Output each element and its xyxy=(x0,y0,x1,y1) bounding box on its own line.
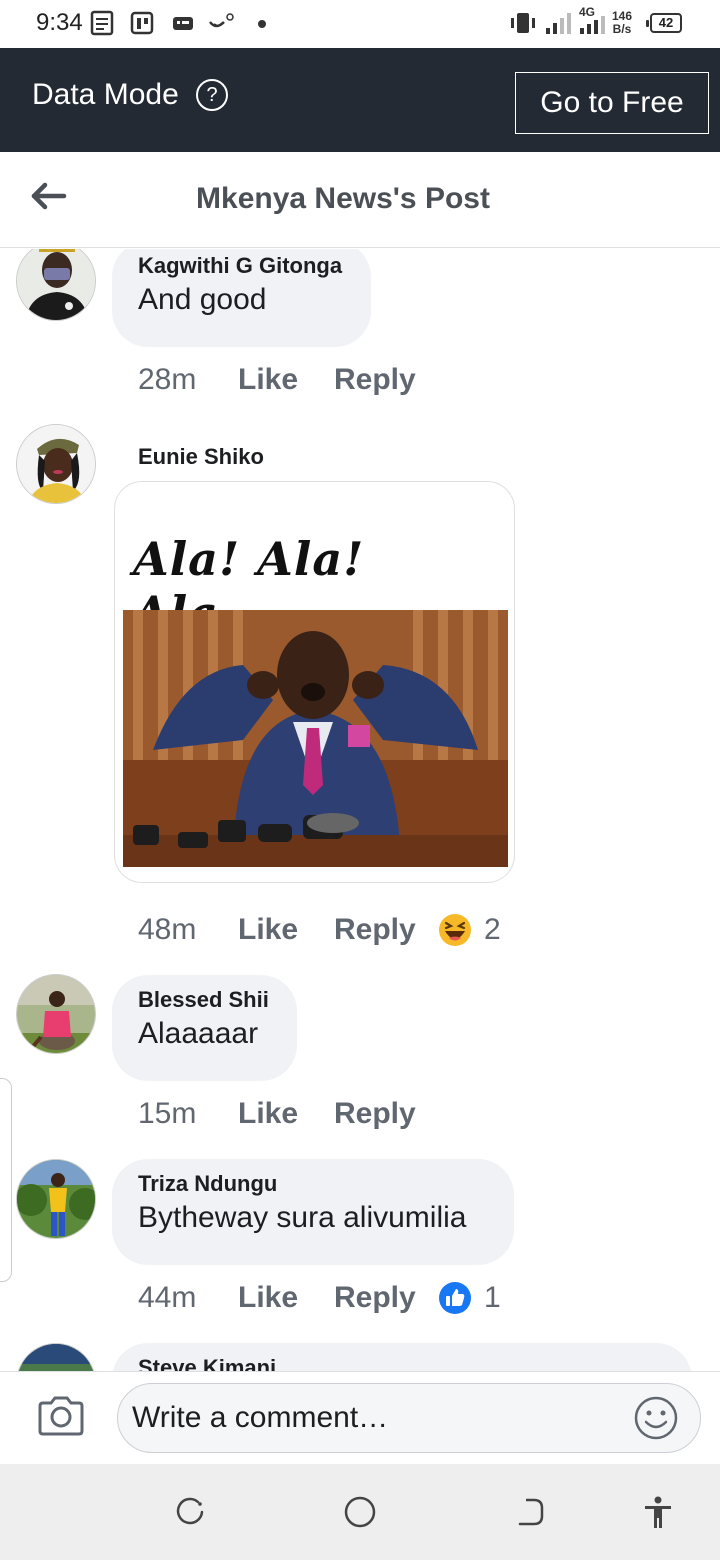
avatar[interactable] xyxy=(16,974,96,1054)
comment-bubble[interactable]: Steve Kimani xyxy=(112,1343,692,1371)
comment-bubble[interactable]: Blessed Shii Alaaaaar xyxy=(112,975,297,1081)
comment-author[interactable]: Triza Ndungu xyxy=(138,1171,488,1197)
post-header: Mkenya News's Post xyxy=(0,152,720,248)
battery-indicator: 42 xyxy=(646,13,682,33)
app-icon xyxy=(130,11,154,35)
comment-input[interactable]: Write a comment… xyxy=(117,1383,701,1453)
home-icon[interactable] xyxy=(342,1494,378,1530)
comment-actions: 15m Like Reply xyxy=(138,1094,438,1134)
like-button[interactable]: Like xyxy=(238,363,334,397)
avatar[interactable] xyxy=(16,249,96,321)
comment-list: Kagwithi G Gitonga And good 28m Like Rep… xyxy=(0,249,720,1371)
comment-time: 44m xyxy=(138,1281,197,1314)
recents-icon[interactable] xyxy=(172,1494,208,1530)
safaricom-icon xyxy=(209,13,234,28)
comment-time: 48m xyxy=(138,913,197,946)
laughing-emoji-icon xyxy=(439,914,471,946)
reaction-count: 2 xyxy=(484,913,501,946)
comment-time: 28m xyxy=(138,363,197,396)
comment-actions: 28m Like Reply xyxy=(138,360,438,400)
comment-author[interactable]: Eunie Shiko xyxy=(138,444,264,470)
reply-button[interactable]: Reply xyxy=(334,363,438,397)
back-icon[interactable] xyxy=(512,1494,548,1530)
comment-actions: 44m Like Reply 1 xyxy=(138,1278,501,1318)
message-icon xyxy=(173,17,193,30)
comment-actions: 48m Like Reply 2 xyxy=(138,910,501,950)
thumbs-up-icon xyxy=(439,1282,471,1314)
page-title: Mkenya News's Post xyxy=(196,182,490,215)
go-to-free-button[interactable]: Go to Free xyxy=(515,72,709,134)
comment-text: And good xyxy=(138,283,267,316)
comment-text: Bytheway sura alivumilia xyxy=(138,1201,467,1234)
status-bar: 9:34 4G 146 B/s 42 xyxy=(0,0,720,48)
reactions-summary[interactable]: 1 xyxy=(438,1281,501,1315)
avatar[interactable] xyxy=(16,424,96,504)
comment-bubble[interactable]: Triza Ndungu Bytheway sura alivumilia xyxy=(112,1159,514,1265)
comment-time: 15m xyxy=(138,1097,197,1130)
system-nav-bar xyxy=(0,1464,720,1560)
reactions-summary[interactable]: 2 xyxy=(438,913,501,947)
like-button[interactable]: Like xyxy=(238,1097,334,1131)
notes-icon xyxy=(90,10,114,36)
scroll-handle[interactable] xyxy=(0,1078,12,1282)
accessibility-icon[interactable] xyxy=(640,1494,676,1530)
status-time: 9:34 xyxy=(36,9,83,36)
dot-icon xyxy=(258,20,266,28)
camera-icon[interactable] xyxy=(36,1394,86,1438)
comment-author[interactable]: Kagwithi G Gitonga xyxy=(138,253,345,279)
emoji-smile-icon[interactable] xyxy=(633,1395,679,1441)
reaction-count: 1 xyxy=(484,1281,501,1314)
network-speed: 146 B/s xyxy=(612,10,632,36)
data-mode-label: Data Mode xyxy=(32,78,179,111)
like-button[interactable]: Like xyxy=(238,1281,334,1315)
avatar[interactable] xyxy=(16,1159,96,1239)
signal-icon-2 xyxy=(580,16,605,34)
comment-author[interactable]: Steve Kimani xyxy=(138,1355,666,1371)
avatar[interactable] xyxy=(16,1343,96,1371)
like-button[interactable]: Like xyxy=(238,913,334,947)
comment-text: Alaaaaar xyxy=(138,1017,259,1050)
data-mode-banner: Data Mode ? Go to Free xyxy=(0,48,720,152)
reply-button[interactable]: Reply xyxy=(334,913,438,947)
help-icon[interactable]: ? xyxy=(196,79,228,111)
comment-composer: Write a comment… xyxy=(0,1371,720,1464)
comment-bubble[interactable]: Kagwithi G Gitonga And good xyxy=(112,249,371,347)
speed-unit: B/s xyxy=(612,22,632,36)
screen: 9:34 4G 146 B/s 42 Data Mode ? Go to Fre… xyxy=(0,0,720,1560)
meme-photo xyxy=(123,610,508,867)
reply-button[interactable]: Reply xyxy=(334,1097,438,1131)
vibrate-icon xyxy=(511,13,535,33)
comment-author[interactable]: Blessed Shii xyxy=(138,987,271,1013)
reply-button[interactable]: Reply xyxy=(334,1281,438,1315)
comment-image[interactable]: Ala! Ala! Ala... xyxy=(114,481,515,883)
signal-icon-1 xyxy=(546,13,571,34)
